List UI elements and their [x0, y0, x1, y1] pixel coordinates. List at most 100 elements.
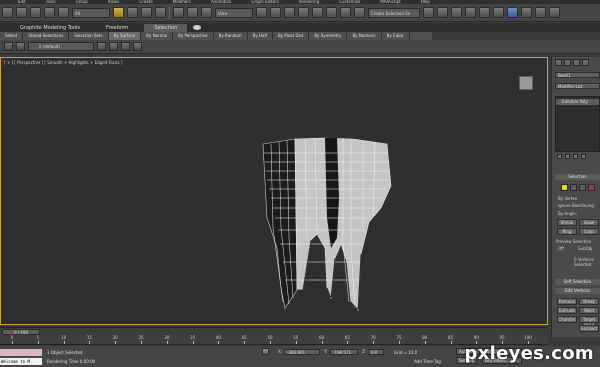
- ring-button[interactable]: Ring: [557, 228, 577, 235]
- select-and-manipulate-icon[interactable]: [270, 7, 281, 18]
- stack-item-editable-poly[interactable]: Editable Poly: [556, 99, 599, 105]
- named-selection-set-dropdown[interactable]: Create Selection Se: [368, 7, 420, 18]
- tab-freeform[interactable]: Freeform: [96, 24, 138, 32]
- show-end-result-icon[interactable]: [565, 154, 570, 159]
- shrink-button[interactable]: Shrink: [557, 219, 577, 226]
- modifier-stack[interactable]: Editable Poly: [555, 96, 600, 152]
- extrude-button[interactable]: Extrude: [557, 307, 577, 314]
- layer-manager-icon[interactable]: [451, 7, 462, 18]
- window-crossing-icon[interactable]: [155, 7, 166, 18]
- link-icon[interactable]: [30, 7, 41, 18]
- add-time-tag-button[interactable]: Add Time Tag: [414, 359, 441, 364]
- tab-graphite-modeling-tools[interactable]: Graphite Modeling Tools: [10, 24, 90, 32]
- snaps-toggle-icon[interactable]: [298, 7, 309, 18]
- border-mode-icon[interactable]: [579, 184, 586, 191]
- selection-filter-dropdown[interactable]: All: [72, 7, 110, 18]
- chamfer-button[interactable]: Chamfer: [557, 316, 577, 323]
- select-object-icon[interactable]: [113, 7, 124, 18]
- ignore-backfacing-checkbox[interactable]: Ignore Backfacing: [558, 203, 594, 208]
- reference-coordinate-dropdown[interactable]: View: [215, 7, 253, 18]
- ribbon-by-symmetry-button[interactable]: By Symmetry: [309, 32, 348, 40]
- connect-button[interactable]: Connect: [579, 325, 599, 332]
- layer-properties-icon[interactable]: [133, 42, 142, 51]
- tab-selection[interactable]: Selection: [144, 23, 188, 32]
- preview-subobj-radio[interactable]: SubObj: [578, 246, 592, 251]
- loop-button[interactable]: Loop: [579, 228, 599, 235]
- maxscript-listener[interactable]: Welcome to M: [0, 358, 42, 365]
- motion-tab-icon[interactable]: [582, 59, 589, 66]
- hierarchy-tab-icon[interactable]: [573, 59, 580, 66]
- ribbon-by-numeric-button[interactable]: By Numeric: [347, 32, 382, 40]
- grow-button[interactable]: Grow: [579, 219, 599, 226]
- redo-icon[interactable]: [16, 7, 27, 18]
- ribbon-by-normal-button[interactable]: By Normal: [141, 32, 174, 40]
- unlink-icon[interactable]: [44, 7, 55, 18]
- ribbon-by-color-button[interactable]: By Color: [382, 32, 410, 40]
- maxscript-output[interactable]: [0, 349, 42, 356]
- remove-button[interactable]: Remove: [557, 298, 577, 305]
- by-angle-checkbox[interactable]: By Angle:: [558, 211, 577, 216]
- edit-vertices-rollout-header[interactable]: Edit Vertices: [555, 288, 600, 294]
- z-coord-field[interactable]: 0.0: [368, 349, 384, 355]
- graphite-toggle-icon[interactable]: [465, 7, 476, 18]
- time-slider-bar[interactable]: 0 / 100: [0, 327, 548, 335]
- create-tab-icon[interactable]: [555, 59, 562, 66]
- mirror-icon[interactable]: [423, 7, 434, 18]
- align-icon[interactable]: [437, 7, 448, 18]
- make-unique-icon[interactable]: [573, 154, 578, 159]
- ribbon-by-pivot-dist-button[interactable]: By Pivot Dist: [273, 32, 310, 40]
- soft-selection-rollout-header[interactable]: Soft Selection: [555, 279, 600, 285]
- vertex-mode-icon[interactable]: [561, 184, 568, 191]
- layer-manager-icon[interactable]: [4, 42, 13, 51]
- keyboard-shortcut-override-icon[interactable]: [284, 7, 295, 18]
- modifier-list-dropdown[interactable]: Modifier List: [555, 83, 600, 89]
- preview-off-radio[interactable]: Off: [558, 246, 564, 251]
- edit-named-selection-icon[interactable]: [354, 7, 365, 18]
- ribbon-options-icon[interactable]: [193, 25, 202, 30]
- render-production-icon[interactable]: [549, 7, 560, 18]
- select-in-layer-icon[interactable]: [109, 42, 118, 51]
- polygon-mode-icon[interactable]: [588, 184, 595, 191]
- bind-space-warp-icon[interactable]: [58, 7, 69, 18]
- y-coord-field[interactable]: -198.571: [330, 349, 358, 355]
- render-setup-icon[interactable]: [521, 7, 532, 18]
- x-coord-field[interactable]: -386.901: [284, 349, 320, 355]
- ribbon-by-half-button[interactable]: By Half: [248, 32, 273, 40]
- pin-stack-icon[interactable]: [557, 154, 562, 159]
- tooth-mesh[interactable]: [1, 58, 548, 325]
- rendered-frame-window-icon[interactable]: [535, 7, 546, 18]
- pivot-center-icon[interactable]: [256, 7, 267, 18]
- ribbon-stored-selections-button[interactable]: Stored Selections: [23, 32, 70, 40]
- ribbon-select-button[interactable]: Select: [0, 32, 24, 40]
- schematic-view-icon[interactable]: [493, 7, 504, 18]
- break-button[interactable]: Break: [579, 298, 599, 305]
- new-layer-icon[interactable]: [16, 42, 25, 51]
- selection-rollout-header[interactable]: Selection: [555, 174, 600, 180]
- ribbon-by-perspective-button[interactable]: By Perspective: [173, 32, 214, 40]
- edge-mode-icon[interactable]: [570, 184, 577, 191]
- material-editor-icon[interactable]: [507, 7, 518, 18]
- ribbon-by-random-button[interactable]: By Random: [214, 32, 248, 40]
- curve-editor-icon[interactable]: [479, 7, 490, 18]
- weld-button[interactable]: Weld: [579, 307, 599, 314]
- selection-lock-icon[interactable]: [262, 348, 269, 355]
- perspective-viewport[interactable]: [ + ] [ Perspective ] [ Smooth + Highlig…: [0, 57, 548, 325]
- select-and-scale-icon[interactable]: [201, 7, 212, 18]
- undo-icon[interactable]: [2, 7, 13, 18]
- spinner-snap-icon[interactable]: [340, 7, 351, 18]
- by-vertex-checkbox[interactable]: By Vertex: [558, 196, 577, 201]
- select-by-name-icon[interactable]: [127, 7, 138, 18]
- angle-snap-icon[interactable]: [312, 7, 323, 18]
- set-current-layer-icon[interactable]: [121, 42, 130, 51]
- ribbon-by-surface-button[interactable]: By Surface: [108, 32, 142, 40]
- ribbon-selection-sets-button[interactable]: Selection Sets: [69, 32, 109, 40]
- modify-tab-icon[interactable]: [564, 59, 571, 66]
- percent-snap-icon[interactable]: [326, 7, 337, 18]
- target-weld-button[interactable]: Target Weld: [579, 316, 599, 328]
- select-and-rotate-icon[interactable]: [187, 7, 198, 18]
- remove-modifier-icon[interactable]: [581, 154, 586, 159]
- select-and-move-icon[interactable]: [173, 7, 184, 18]
- object-name-field[interactable]: Box01: [555, 72, 600, 78]
- rectangular-selection-icon[interactable]: [141, 7, 152, 18]
- current-layer-dropdown[interactable]: 0 (default): [28, 42, 94, 51]
